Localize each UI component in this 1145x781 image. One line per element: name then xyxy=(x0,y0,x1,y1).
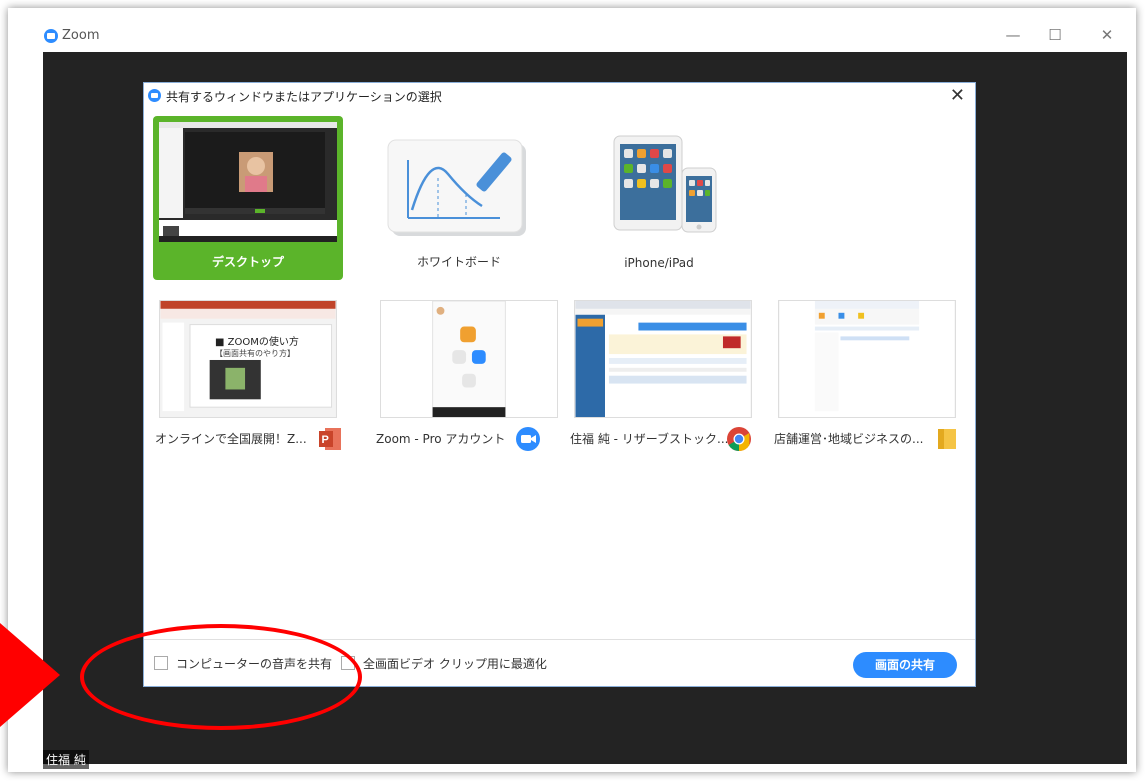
powerpoint-icon: P xyxy=(319,428,341,450)
annotation-ellipse xyxy=(80,624,362,730)
chrome-thumbnail xyxy=(574,300,752,418)
tile-label: iPhone/iPad xyxy=(624,256,694,270)
optimize-video-label[interactable]: 全画面ビデオ クリップ用に最適化 xyxy=(363,655,547,672)
dialog-title: 共有するウィンドウまたはアプリケーションの選択 xyxy=(166,90,442,104)
zoom-app-thumbnail xyxy=(380,300,558,418)
maximize-button[interactable]: ☐ xyxy=(1040,24,1070,46)
share-selection-dialog: 共有するウィンドウまたはアプリケーションの選択 ✕ デスクトップ ホワイトボード… xyxy=(143,82,976,687)
share-screen-button[interactable]: 画面の共有 xyxy=(853,652,957,678)
tile-label: 住福 純 - リザーブストック... xyxy=(570,432,729,446)
tile-label: デスクトップ xyxy=(211,255,284,269)
folder-icon xyxy=(938,429,956,449)
app-title: Zoom xyxy=(62,28,100,43)
annotation-arrow xyxy=(0,623,60,727)
explorer-thumbnail xyxy=(778,300,956,418)
zoom-dialog-icon xyxy=(148,89,161,102)
tile-label: 店舗運営･地域ビジネスの... xyxy=(774,432,924,446)
tile-label: オンラインで全国展開！Z... xyxy=(155,432,307,446)
tile-desktop[interactable]: デスクトップ xyxy=(153,116,343,280)
minimize-button[interactable]: — xyxy=(998,24,1028,46)
window-close-button[interactable]: ✕ xyxy=(1092,24,1122,46)
zoom-logo-icon xyxy=(44,29,58,43)
powerpoint-thumbnail xyxy=(159,300,337,418)
tile-explorer-window[interactable]: 店舗運営･地域ビジネスの... xyxy=(772,300,962,464)
participant-name-tag: 住福 純 xyxy=(43,750,89,769)
desktop-thumbnail xyxy=(159,122,337,242)
iphone-ipad-icon xyxy=(613,135,717,233)
tile-label: Zoom - Pro アカウント xyxy=(376,432,506,446)
whiteboard-icon xyxy=(387,139,526,236)
chrome-icon xyxy=(727,427,751,451)
tile-whiteboard[interactable]: ホワイトボード xyxy=(364,116,554,280)
dialog-close-button[interactable]: ✕ xyxy=(950,85,965,106)
tile-zoom-pro-window[interactable]: Zoom - Pro アカウント xyxy=(374,300,564,464)
ppt-slide-heading: ■ ZOOMの使い方 xyxy=(215,337,299,348)
tile-chrome-window[interactable]: 住福 純 - リザーブストック... xyxy=(568,300,758,464)
tile-powerpoint-window[interactable]: ■ ZOOMの使い方 【画面共有のやり方】 オンラインで全国展開！Z... P xyxy=(153,300,343,464)
window-titlebar: Zoom — ☐ ✕ xyxy=(8,20,1136,52)
tile-label: ホワイトボード xyxy=(416,255,501,269)
zoom-icon xyxy=(516,427,540,451)
svg-text:P: P xyxy=(322,434,329,446)
tile-iphone-ipad[interactable]: iPhone/iPad xyxy=(564,116,754,280)
ppt-slide-subheading: 【画面共有のやり方】 xyxy=(215,349,295,358)
